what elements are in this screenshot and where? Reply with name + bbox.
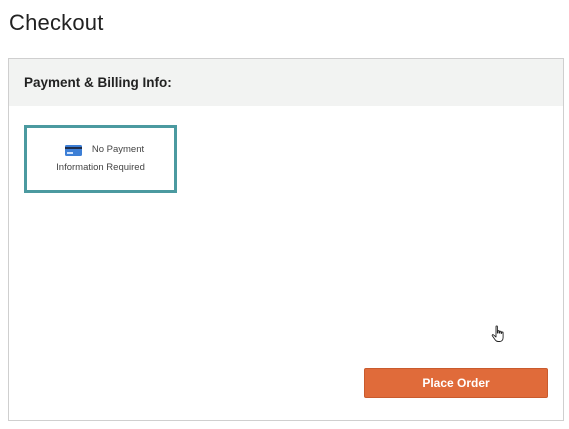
credit-card-icon — [64, 144, 82, 156]
payment-text-line-1: No Payment — [91, 144, 145, 155]
panel-header: Payment & Billing Info: — [9, 59, 563, 106]
payment-billing-panel: Payment & Billing Info: No Payment Infor… — [8, 58, 564, 421]
payment-text-line-2: Information Required — [56, 162, 145, 173]
panel-header-title: Payment & Billing Info: — [24, 75, 172, 90]
checkout-page: Checkout Payment & Billing Info: No Paym… — [0, 0, 569, 429]
place-order-label: Place Order — [422, 376, 490, 390]
hand-pointer-icon — [491, 325, 504, 342]
page-title: Checkout — [9, 10, 104, 35]
payment-option-card[interactable]: No Payment Information Required — [24, 125, 177, 193]
place-order-button[interactable]: Place Order — [364, 368, 548, 398]
payment-line-1: No Payment — [64, 144, 145, 156]
